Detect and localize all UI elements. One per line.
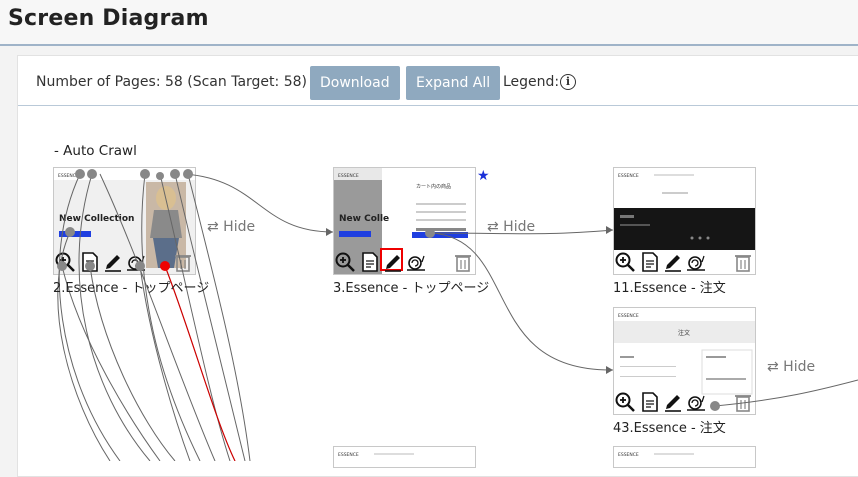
node-title: 11.Essence - 注文 [613,281,726,296]
document-icon[interactable] [80,252,100,272]
document-icon[interactable] [640,392,660,412]
node-title: 3.Essence - トップページ [333,281,490,296]
thumb-brand: ESSENCE [618,452,639,458]
snail-icon[interactable] [686,252,706,272]
zoom-in-icon[interactable] [55,252,75,272]
node-title: 2.Essence - トップページ [53,281,210,296]
group-label-auto-crawl: - Auto Crawl [54,143,137,159]
thumb-cart-heading: カート内の商品 [416,183,451,190]
trash-icon[interactable] [453,252,473,272]
snail-icon[interactable] [406,252,426,272]
thumb-brand: ESSENCE [618,173,639,179]
hide-link[interactable]: ⇄ Hide [207,219,255,235]
page-thumbnail: ESSENCE [614,447,755,467]
snail-icon[interactable] [126,252,146,272]
trash-icon[interactable] [173,252,193,272]
edit-pencil-icon[interactable] [383,252,403,272]
thumb-brand: ESSENCE [338,452,359,458]
hide-link[interactable]: ⇄ Hide [487,219,535,235]
zoom-in-icon[interactable] [615,392,635,412]
thumb-brand: ESSENCE [618,313,639,319]
thumb-brand: ESSENCE [58,173,79,179]
edit-pencil-icon[interactable] [663,392,683,412]
thumb-heading: 注文 [678,329,690,337]
thumb-hero-text: New Colle [339,214,389,224]
edit-pencil-icon[interactable] [103,252,123,272]
thumb-brand: ESSENCE [338,173,359,179]
trash-icon[interactable] [733,392,753,412]
zoom-in-icon[interactable] [615,252,635,272]
diagram-canvas: - Auto Crawl ESSENCE New Collection ESSE… [0,0,858,468]
node-title: 43.Essence - 注文 [613,421,726,436]
snail-icon[interactable] [686,392,706,412]
page-thumbnail: ESSENCE [334,447,475,467]
hide-link[interactable]: ⇄ Hide [767,359,815,375]
edit-pencil-icon[interactable] [663,252,683,272]
thumb-hero-text: New Collection [59,214,134,224]
trash-icon[interactable] [733,252,753,272]
document-icon[interactable] [360,252,380,272]
document-icon[interactable] [640,252,660,272]
star-icon: ★ [477,168,490,184]
page-node-partial[interactable]: ESSENCE [613,446,756,468]
zoom-in-icon[interactable] [335,252,355,272]
page-node-partial[interactable]: ESSENCE [333,446,476,468]
